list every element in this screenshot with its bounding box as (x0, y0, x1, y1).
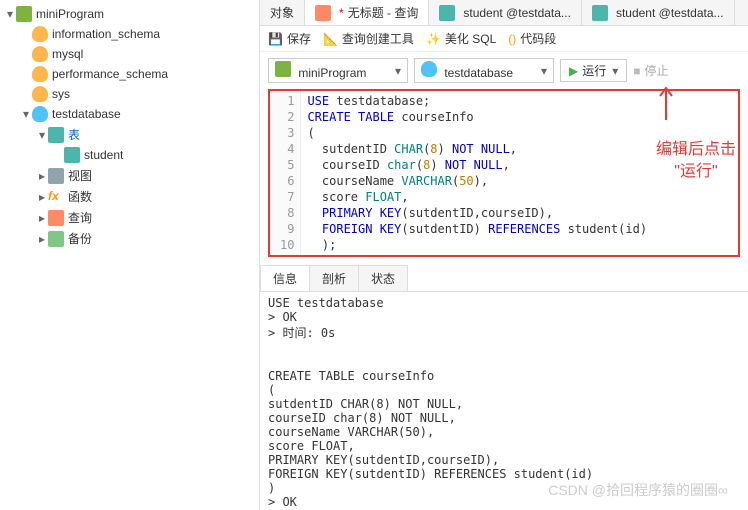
tab-table-student-1[interactable]: student @testdata... (429, 0, 582, 25)
output-tab-status[interactable]: 状态 (358, 265, 408, 291)
tree-connection[interactable]: ▾miniProgram (0, 4, 259, 24)
tree-tables-group[interactable]: ▾表 (0, 124, 259, 145)
play-icon: ▶ (569, 64, 578, 78)
wand-icon: ✨ (426, 32, 441, 46)
tab-table-student-2[interactable]: student @testdata... (582, 0, 735, 25)
connection-dropdown[interactable]: miniProgram▾ (268, 58, 408, 83)
chevron-down-icon: ▾ (541, 64, 547, 78)
database-dropdown[interactable]: testdatabase▾ (414, 58, 554, 83)
query-toolbar: 💾保存 📐查询创建工具 ✨美化 SQL ()代码段 (260, 26, 748, 52)
query-builder-button[interactable]: 📐查询创建工具 (323, 30, 414, 47)
connection-icon (275, 61, 291, 77)
stop-button: ■停止 (633, 62, 668, 79)
snippet-icon: () (508, 32, 516, 46)
save-button[interactable]: 💾保存 (268, 30, 311, 47)
chevron-down-icon: ▾ (395, 64, 401, 78)
annotation-arrow (656, 82, 676, 122)
tree-backup-group[interactable]: ▸备份 (0, 228, 259, 249)
tree-db[interactable]: mysql (0, 44, 259, 64)
sql-editor-highlighted: 编辑后点击"运行" 12345678910 USE testdatabase; … (268, 89, 740, 257)
run-button[interactable]: ▶运行▾ (560, 59, 627, 82)
connection-tree: ▾miniProgram information_schema mysql pe… (0, 0, 260, 510)
modified-indicator: * (339, 6, 344, 20)
output-tab-info[interactable]: 信息 (260, 265, 310, 291)
tree-functions-group[interactable]: ▸fx函数 (0, 186, 259, 207)
tab-objects[interactable]: 对象 (260, 0, 305, 25)
tree-table-student[interactable]: student (0, 145, 259, 165)
output-tabs: 信息 剖析 状态 (260, 265, 748, 292)
stop-icon: ■ (633, 64, 640, 78)
table-icon (439, 5, 455, 21)
beautify-sql-button[interactable]: ✨美化 SQL (426, 30, 496, 47)
output-tab-profile[interactable]: 剖析 (309, 265, 359, 291)
chevron-down-icon: ▾ (612, 64, 618, 78)
snippet-button[interactable]: ()代码段 (508, 30, 556, 47)
tree-db-open[interactable]: ▾testdatabase (0, 104, 259, 124)
query-icon (315, 5, 331, 21)
tree-db[interactable]: sys (0, 84, 259, 104)
output-panel[interactable]: USE testdatabase > OK > 时间: 0s CREATE TA… (260, 292, 748, 510)
save-icon: 💾 (268, 32, 283, 46)
tree-db[interactable]: performance_schema (0, 64, 259, 84)
tree-queries-group[interactable]: ▸查询 (0, 207, 259, 228)
fx-icon: fx (48, 189, 64, 205)
tab-query-untitled[interactable]: *无标题 - 查询 (305, 0, 429, 25)
line-gutter: 12345678910 (270, 91, 301, 255)
builder-icon: 📐 (323, 32, 338, 46)
annotation-text: 编辑后点击"运行" (656, 139, 736, 183)
database-icon (421, 61, 437, 77)
tree-views-group[interactable]: ▸视图 (0, 165, 259, 186)
tree-db[interactable]: information_schema (0, 24, 259, 44)
editor-tabs: 对象 *无标题 - 查询 student @testdata... studen… (260, 0, 748, 26)
table-icon (592, 5, 608, 21)
